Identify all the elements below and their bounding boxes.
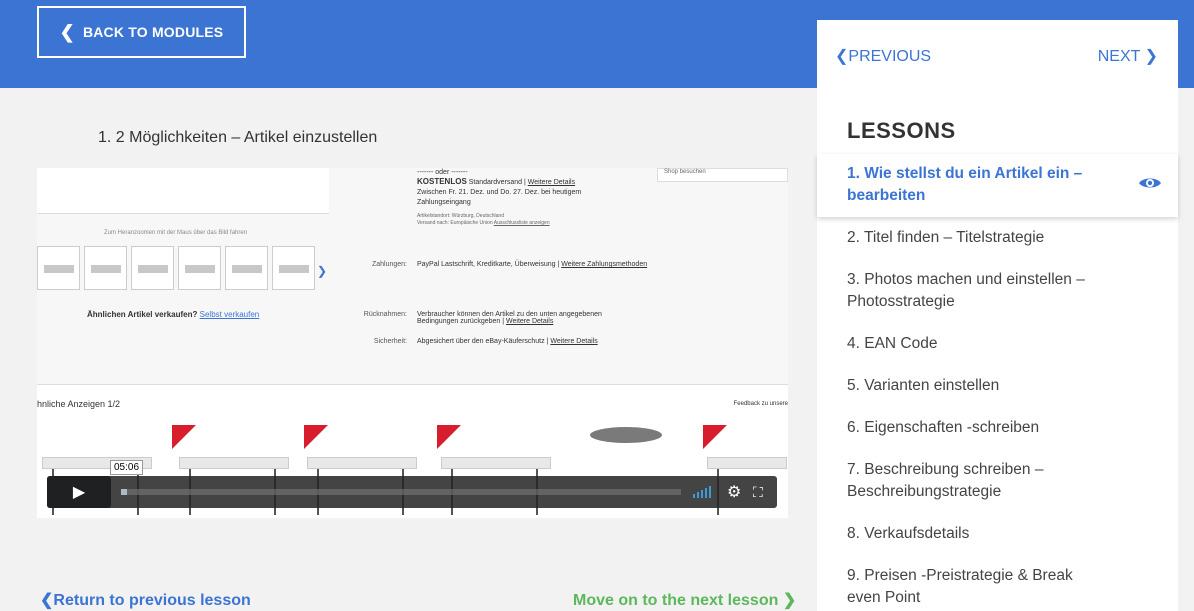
play-button[interactable]: ▶ — [47, 476, 111, 508]
lessons-sidebar: ❮PREVIOUS NEXT ❯ LESSONS 1. Wie stellst … — [817, 20, 1178, 611]
thumbnail — [225, 246, 268, 290]
progress-fill — [121, 489, 127, 495]
next-lesson-link[interactable]: Move on to the next lesson ❯ — [573, 590, 796, 610]
payments-text: PayPal Lastschrift, Kreditkarte, Überwei… — [417, 261, 648, 268]
video-controls: ▶ 05:06 ⚙ ⛶ — [47, 460, 777, 508]
fullscreen-icon[interactable]: ⛶ — [753, 484, 763, 501]
settings-gear-icon[interactable]: ⚙ — [727, 482, 741, 502]
back-to-modules-button[interactable]: ❮ BACK TO MODULES — [37, 6, 246, 58]
eye-icon — [1139, 178, 1161, 188]
lessons-heading: LESSONS — [847, 118, 956, 143]
thumbnail — [84, 246, 127, 290]
returns-label: Rücknahmen: — [363, 311, 407, 318]
product-image-panel — [37, 168, 329, 214]
previous-lesson-nav[interactable]: ❮PREVIOUS — [835, 46, 931, 66]
lesson-title: 1. 2 Möglichkeiten – Artikel einzustelle… — [98, 129, 378, 146]
play-icon: ▶ — [72, 484, 86, 501]
lesson-item[interactable]: 7. Beschreibung schreiben – Beschreibung… — [817, 459, 1178, 503]
thumbnail — [178, 246, 221, 290]
back-to-modules-label: BACK TO MODULES — [82, 24, 224, 40]
lesson-item[interactable]: 2. Titel finden – Titelstrategie — [817, 227, 1178, 249]
feedback-text: Feedback zu unsere — [733, 401, 788, 407]
security-label: Sicherheit: — [373, 338, 407, 345]
chevron-right-icon: ❯ — [782, 592, 797, 609]
video-player[interactable]: Zum Heranzoomen mit der Maus über das Bi… — [37, 168, 788, 518]
lesson-item[interactable]: 6. Eigenschaften -schreiben — [817, 417, 1178, 439]
lesson-item[interactable]: 8. Verkaufsdetails — [817, 523, 1178, 545]
next-lesson-nav[interactable]: NEXT ❯ — [1098, 46, 1158, 66]
returns-text: Verbraucher können den Artikel zu den un… — [417, 311, 602, 325]
chevron-right-icon: ❯ — [317, 264, 328, 278]
similar-sell-text: Ähnlichen Artikel verkaufen? Selbst verk… — [87, 310, 260, 319]
return-previous-lesson-link[interactable]: ❮Return to previous lesson — [40, 590, 251, 610]
chevron-left-icon: ❮ — [40, 592, 54, 609]
thumbnail-strip — [37, 246, 333, 294]
chevron-right-icon: ❯ — [1144, 48, 1158, 65]
shipping-info: ------- oder ------- KOSTENLOS Standardv… — [417, 169, 582, 226]
shop-button-in-video: Shop besuchen — [657, 168, 788, 182]
volume-icon[interactable] — [693, 485, 711, 498]
video-frame-upper: Zum Heranzoomen mit der Maus über das Bi… — [37, 168, 788, 384]
security-text: Abgesichert über den eBay-Käuferschutz |… — [417, 338, 598, 345]
round-table-image — [590, 427, 662, 443]
time-tooltip: 05:06 — [110, 460, 144, 475]
chevron-left-icon: ❮ — [835, 48, 849, 65]
zoom-hint: Zum Heranzoomen mit der Maus über das Bi… — [104, 230, 248, 236]
discount-badge-icon — [437, 425, 461, 449]
payments-label: Zahlungen: — [371, 261, 407, 268]
discount-badge-icon — [172, 425, 196, 449]
lesson-item-active[interactable]: 1. Wie stellst du ein Artikel ein – bear… — [817, 154, 1178, 217]
lesson-item[interactable]: 4. EAN Code — [817, 333, 1178, 355]
lesson-item[interactable]: 9. Preisen -Preistrategie & Break even P… — [817, 565, 1178, 609]
lesson-item[interactable]: 3. Photos machen und einstellen – Photos… — [817, 269, 1178, 313]
chevron-left-icon: ❮ — [59, 22, 75, 42]
thumbnail — [272, 246, 315, 290]
similar-ads-title: hnliche Anzeigen 1/2 — [37, 399, 121, 409]
thumbnail — [37, 246, 80, 290]
lesson-item[interactable]: 5. Varianten einstellen — [817, 375, 1178, 397]
discount-badge-icon — [703, 425, 727, 449]
progress-bar[interactable] — [121, 489, 681, 495]
thumbnail — [131, 246, 174, 290]
discount-badge-icon — [304, 425, 328, 449]
